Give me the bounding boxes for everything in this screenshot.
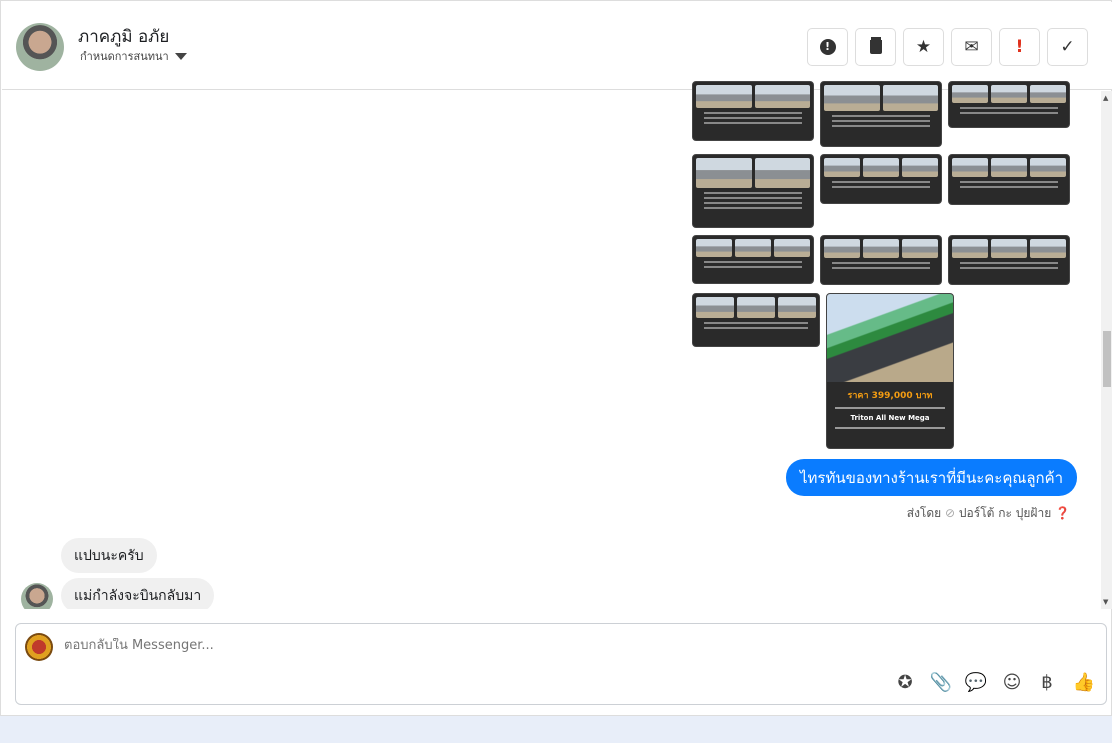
image-attachment[interactable]	[820, 235, 942, 285]
page-avatar	[25, 633, 53, 661]
truck-photo	[827, 294, 953, 382]
image-attachment[interactable]	[948, 154, 1070, 205]
image-attachment[interactable]	[692, 293, 820, 347]
outgoing-message[interactable]: ไทรทันของทางร้านเราที่มีนะคะคุณลูกค้า	[786, 459, 1078, 496]
sent-by-label: ส่งโดย	[906, 506, 942, 520]
saved-reply-icon[interactable]: ✪	[893, 672, 917, 693]
reply-composer: ✪ 📎 💬 ☺ ฿ 👍	[15, 623, 1107, 705]
thumbs-up-icon[interactable]: 👍	[1072, 672, 1096, 693]
message-text: แม่กำลังจะบินกลับมา	[74, 587, 202, 604]
message-text: ไทรทันของทางร้านเราที่มีนะคะคุณลูกค้า	[800, 468, 1064, 487]
image-attachment[interactable]	[692, 235, 814, 284]
sender-name[interactable]: ปอร์โต้ กะ ปุยฝ้าย	[959, 506, 1051, 520]
image-attachment[interactable]	[692, 154, 814, 228]
chat-bubble-icon[interactable]: 💬	[964, 672, 988, 693]
message-text: แปบนะครับ	[74, 547, 144, 564]
help-icon[interactable]: ❓	[1055, 506, 1070, 520]
emoji-icon[interactable]: ☺	[1000, 672, 1024, 693]
conversation-panel: ภาคภูมิ อภัย กำหนดการสนทนา ! ★ ✉ ! ✓ ราค…	[0, 0, 1112, 716]
price-text: ราคา 399,000 บาท	[847, 391, 933, 401]
image-attachment[interactable]	[820, 154, 942, 204]
incoming-message[interactable]: แม่กำลังจะบินกลับมา	[61, 578, 215, 613]
check-circle-icon: ⊘	[945, 506, 956, 520]
page-footer-strip	[0, 716, 1112, 743]
baht-icon[interactable]: ฿	[1035, 672, 1059, 693]
scroll-up-icon[interactable]: ▲	[1103, 94, 1108, 102]
scroll-down-icon[interactable]: ▼	[1103, 598, 1108, 606]
thread-scrollbar[interactable]: ▲ ▼	[1101, 91, 1112, 609]
model-text: Triton All New Mega	[850, 414, 930, 422]
reply-input[interactable]	[64, 638, 864, 653]
image-attachment-triton[interactable]: ราคา 399,000 บาท Triton All New Mega	[826, 293, 954, 449]
image-attachment[interactable]	[948, 235, 1070, 285]
attachment-icon[interactable]: 📎	[929, 672, 953, 693]
incoming-message[interactable]: แปบนะครับ	[61, 538, 157, 573]
sent-by-info: ส่งโดย ⊘ ปอร์โต้ กะ ปุยฝ้าย ❓	[907, 504, 1070, 523]
scrollbar-thumb[interactable]	[1103, 331, 1111, 387]
